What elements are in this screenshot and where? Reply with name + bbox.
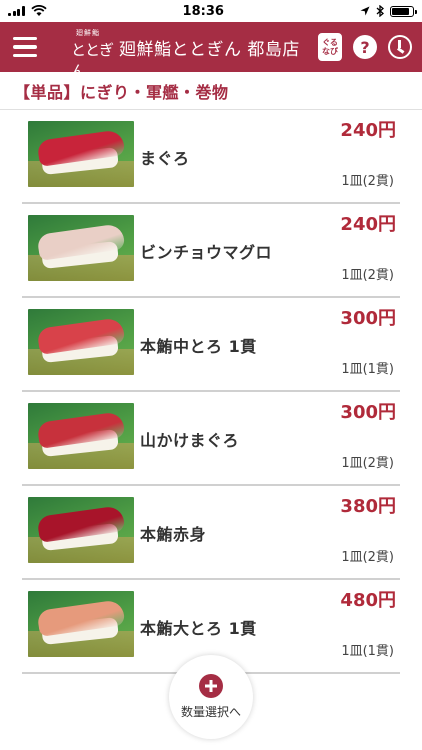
header-icons: ぐる なび ? [318, 33, 412, 61]
sushi-photo [28, 309, 134, 375]
item-quantity: 1皿(2貫) [341, 174, 394, 189]
store-logo: 廻鮮鮨 ととぎん 廻鮮鮨ととぎん 都島店 [69, 27, 300, 80]
item-name: 山かけまぐろ [140, 431, 240, 450]
plus-icon [199, 674, 223, 698]
gnavi-icon[interactable]: ぐる なび [318, 33, 342, 61]
item-price: 380円 [340, 496, 396, 517]
gnavi-label-bottom: なび [322, 47, 338, 56]
item-price: 240円 [340, 214, 396, 235]
location-arrow-icon [360, 6, 370, 16]
help-icon[interactable]: ? [353, 35, 377, 59]
battery-fill [391, 7, 409, 15]
status-left [8, 5, 47, 17]
quantity-select-label: 数量選択へ [180, 705, 241, 719]
item-name: 本鮪赤身 [140, 525, 207, 544]
section-title: 【単品】にぎり・軍艦・巻物 [0, 72, 422, 110]
item-name: まぐろ [140, 149, 190, 168]
sushi-photo [28, 121, 134, 187]
menu-item[interactable]: ビンチョウマグロ 240円 1皿(2貫) [22, 204, 400, 298]
status-bar: 18:36 [0, 0, 422, 22]
menu-item[interactable]: まぐろ 240円 1皿(2貫) [22, 110, 400, 204]
bluetooth-icon [376, 5, 384, 17]
item-quantity: 1皿(1貫) [341, 644, 394, 659]
wifi-icon [30, 5, 47, 16]
item-quantity: 1皿(1貫) [341, 362, 394, 377]
logo-big-text: ととぎん [71, 41, 114, 80]
menu-item[interactable]: 本鮪中とろ 1貫 300円 1皿(1貫) [22, 298, 400, 392]
item-quantity: 1皿(2貫) [341, 268, 394, 283]
sushi-photo [28, 215, 134, 281]
item-quantity: 1皿(2貫) [341, 456, 394, 471]
item-price: 300円 [340, 402, 396, 423]
sushi-photo [28, 497, 134, 563]
item-quantity: 1皿(2貫) [341, 550, 394, 565]
status-right [360, 5, 417, 17]
logo-mark: 廻鮮鮨 ととぎん [69, 27, 114, 80]
item-price: 480円 [340, 590, 396, 611]
item-name: 本鮪中とろ 1貫 [140, 337, 257, 356]
hamburger-menu-button[interactable] [13, 32, 43, 62]
app-header: 廻鮮鮨 ととぎん 廻鮮鮨ととぎん 都島店 ぐる なび ? [0, 22, 422, 80]
logo-small-text: 廻鮮鮨 [76, 29, 100, 37]
status-time: 18:36 [182, 3, 224, 19]
menu-item[interactable]: 山かけまぐろ 300円 1皿(2貫) [22, 392, 400, 486]
menu-list: まぐろ 240円 1皿(2貫) ビンチョウマグロ 240円 1皿(2貫) 本鮪中… [0, 110, 422, 674]
signal-icon [8, 6, 25, 16]
store-name: 廻鮮鮨ととぎん 都島店 [119, 39, 300, 60]
item-price: 240円 [340, 120, 396, 141]
item-name: ビンチョウマグロ [140, 243, 273, 262]
sushi-photo [28, 403, 134, 469]
menu-item[interactable]: 本鮪赤身 380円 1皿(2貫) [22, 486, 400, 580]
quantity-select-button[interactable]: 数量選択へ [169, 655, 253, 739]
gnavi-label-top: ぐる [322, 38, 338, 47]
sushi-photo [28, 591, 134, 657]
battery-icon [389, 5, 417, 17]
clock-icon[interactable] [388, 35, 412, 59]
item-price: 300円 [340, 308, 396, 329]
